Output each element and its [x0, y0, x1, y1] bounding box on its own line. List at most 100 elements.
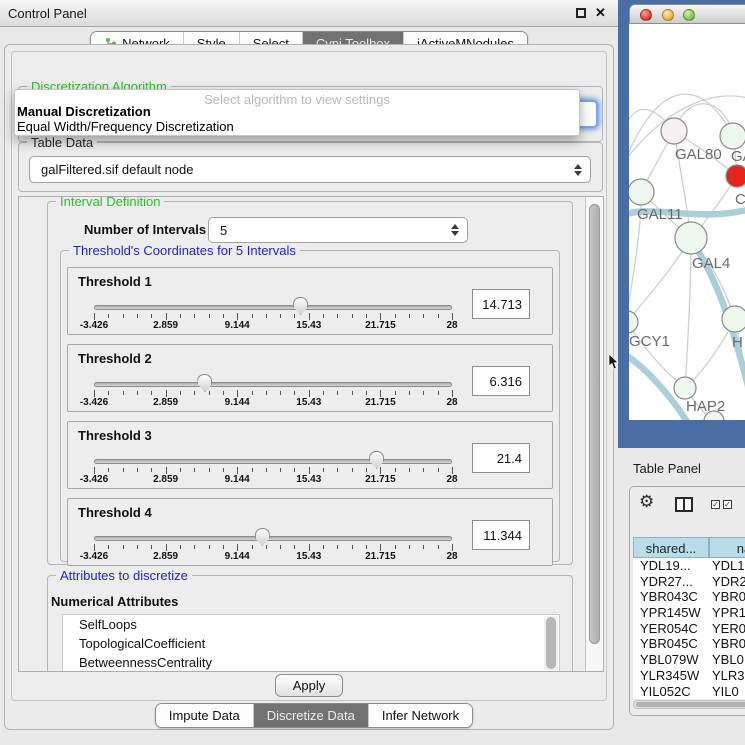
close-traffic-light-icon[interactable]: [640, 9, 652, 21]
slider-handle[interactable]: [255, 528, 270, 546]
tab-infer-network[interactable]: Infer Network: [368, 704, 472, 727]
table-row[interactable]: YLR345WYLR3: [633, 668, 745, 684]
tick-label: -3.426: [72, 320, 116, 331]
table-row[interactable]: YBR043CYBR0: [633, 589, 745, 605]
tab-label: Discretize Data: [267, 708, 355, 723]
minor-tick: [294, 468, 295, 472]
control-panel-titlebar: Control Panel ✕: [0, 0, 618, 27]
apply-button[interactable]: Apply: [275, 674, 343, 697]
slider-track[interactable]: [94, 305, 452, 310]
tick-label: -3.426: [72, 474, 116, 485]
network-node-c[interactable]: [726, 165, 745, 187]
threshold-value-field[interactable]: 21.4: [472, 443, 530, 473]
algorithm-dropdown-popup: Select algorithm to view settings Manual…: [14, 89, 580, 136]
major-tick: [237, 544, 238, 551]
major-tick: [452, 467, 453, 474]
minor-tick: [123, 314, 124, 318]
attribute-item-betweennesscentrality[interactable]: BetweennessCentrality: [63, 653, 559, 672]
minor-tick: [194, 314, 195, 318]
tick-label: 15.43: [287, 320, 331, 331]
slider-handle[interactable]: [197, 374, 212, 392]
major-tick: [237, 390, 238, 397]
tick-label: 28: [430, 320, 474, 331]
slider-track[interactable]: [94, 382, 452, 387]
network-edge: [685, 238, 691, 388]
major-tick: [380, 390, 381, 397]
major-tick: [452, 544, 453, 551]
minor-tick: [395, 314, 396, 318]
minor-tick: [294, 545, 295, 549]
column-header-shared-name[interactable]: shared...: [633, 537, 709, 558]
tick-label: 21.715: [358, 474, 402, 485]
table-horizontal-scrollbar[interactable]: [633, 700, 745, 709]
threshold-value-field[interactable]: 11.344: [472, 520, 530, 550]
network-graph: GAL80GACGAL11GAL4HGCY1HAP2: [629, 24, 745, 420]
slider-handle[interactable]: [293, 297, 308, 315]
attributes-group: Attributes to discretize Numerical Attri…: [47, 575, 573, 672]
table-row[interactable]: YIL052CYIL0: [633, 684, 745, 700]
network-node-gcy1[interactable]: [629, 311, 638, 333]
minor-tick: [280, 314, 281, 318]
table-row[interactable]: YDL19...YDL1: [633, 558, 745, 574]
network-node-h[interactable]: [722, 306, 745, 332]
numerical-attributes-list[interactable]: SelfLoopsTopologicalCoefficientBetweenne…: [62, 614, 560, 672]
attribute-item-topologicalcoefficient[interactable]: TopologicalCoefficient: [63, 634, 559, 653]
tab-discretize-data[interactable]: Discretize Data: [253, 704, 368, 727]
tab-impute-data[interactable]: Impute Data: [156, 704, 253, 727]
algorithm-option-manual-discretization[interactable]: Manual Discretization: [17, 104, 151, 119]
algorithm-option-equal-width-frequency-discretization[interactable]: Equal Width/Frequency Discretization: [17, 119, 234, 134]
number-of-intervals-combo[interactable]: 5: [208, 217, 468, 243]
minor-tick: [108, 468, 109, 472]
threshold-value-field[interactable]: 14.713: [472, 289, 530, 319]
network-node-label: GAL4: [692, 255, 730, 272]
tick-label: -3.426: [72, 397, 116, 408]
table-panel-title: Table Panel: [633, 461, 701, 476]
minimize-traffic-light-icon[interactable]: [662, 9, 674, 21]
minor-tick: [337, 391, 338, 395]
column-selector-icon[interactable]: [675, 497, 693, 512]
cell-shared-name: YPR145W: [640, 605, 701, 620]
cell-name: YLR3: [712, 668, 745, 683]
threshold-value-field[interactable]: 6.316: [472, 366, 530, 396]
network-node-label: GAL11: [637, 206, 683, 223]
table-row[interactable]: YPR145WYPR1: [633, 605, 745, 621]
table-row[interactable]: YER054CYER0: [633, 621, 745, 637]
network-node-hap2[interactable]: [674, 377, 696, 399]
float-window-icon[interactable]: [576, 8, 586, 18]
major-tick: [309, 544, 310, 551]
slider-track[interactable]: [94, 536, 452, 541]
tick-label: 9.144: [215, 397, 259, 408]
minor-tick: [252, 468, 253, 472]
minor-tick: [438, 545, 439, 549]
checkbox-icon[interactable]: ✓: [711, 500, 720, 509]
network-node-ga[interactable]: [720, 123, 745, 149]
table-row[interactable]: YBL079WYBL0: [633, 652, 745, 668]
settings-vertical-scrollbar[interactable]: [585, 197, 603, 671]
network-node-gal80[interactable]: [661, 118, 687, 144]
slider-track[interactable]: [94, 459, 452, 464]
discretize-content-panel: Discretization Algorithm Select algorith…: [11, 51, 607, 701]
attribute-item-selfloops[interactable]: SelfLoops: [63, 615, 559, 634]
close-icon[interactable]: ✕: [595, 5, 606, 21]
minor-tick: [395, 391, 396, 395]
network-window-titlebar[interactable]: [629, 4, 745, 24]
network-canvas[interactable]: GAL80GACGAL11GAL4HGCY1HAP2: [629, 24, 745, 420]
minor-tick: [266, 468, 267, 472]
attributes-scrollbar[interactable]: [544, 616, 558, 670]
table-row[interactable]: YBR045CYBR0: [633, 636, 745, 652]
zoom-traffic-light-icon[interactable]: [683, 9, 695, 21]
tick-label: 21.715: [358, 551, 402, 562]
checkbox-icon[interactable]: ✓: [723, 500, 732, 509]
network-node-gal11[interactable]: [629, 179, 654, 205]
major-tick: [166, 544, 167, 551]
threshold-label: Threshold 3: [78, 428, 152, 443]
minor-tick: [266, 545, 267, 549]
gear-icon[interactable]: ⚙: [639, 492, 654, 512]
network-node-label: GA: [731, 148, 745, 165]
table-row[interactable]: YDR27...YDR2: [633, 574, 745, 590]
major-tick: [309, 313, 310, 320]
table-data-combo[interactable]: galFiltered.sif default node: [29, 156, 591, 183]
slider-handle[interactable]: [369, 451, 384, 469]
column-header-name[interactable]: na: [709, 537, 745, 558]
network-node-gal4[interactable]: [675, 222, 707, 254]
